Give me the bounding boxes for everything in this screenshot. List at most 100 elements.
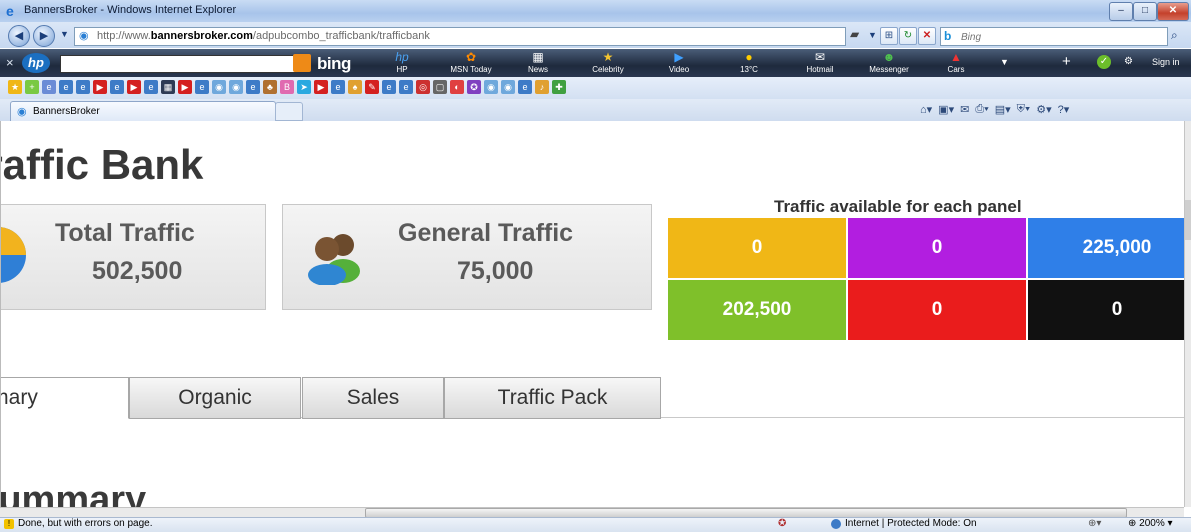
fav-link-icon[interactable]: ♪ (535, 80, 549, 94)
compatibility-icon[interactable]: ▰ (850, 27, 866, 43)
home-icon[interactable]: ⌂▾ (920, 103, 932, 116)
search-box[interactable]: b (940, 27, 1168, 46)
fav-twitter-icon[interactable]: ➤ (297, 80, 311, 94)
refresh-icon[interactable]: ↻ (899, 27, 917, 45)
tab-sales[interactable]: Sales (302, 377, 444, 419)
minimize-button[interactable]: – (1109, 2, 1133, 21)
hp-item-celebrity[interactable]: ★ Celebrity (577, 50, 639, 76)
fav-link-icon[interactable]: ◎ (416, 80, 430, 94)
page-icon: ◉ (17, 106, 27, 118)
maximize-button[interactable]: □ (1133, 2, 1157, 21)
fav-link-icon[interactable]: e (195, 80, 209, 94)
tab-summary[interactable]: Summary (1, 377, 129, 419)
tab-traffic-pack[interactable]: Traffic Pack (444, 377, 661, 419)
window-title: BannersBroker - Windows Internet Explore… (24, 4, 237, 16)
mail-icon[interactable]: ✉ (960, 103, 969, 116)
fav-link-icon[interactable]: e (110, 80, 124, 94)
tab-organic[interactable]: Organic (129, 377, 301, 419)
ie-logo-icon: e (6, 3, 14, 19)
feeds-icon[interactable]: ▣▾ (938, 103, 954, 116)
users-icon (308, 234, 360, 285)
tab-bannersbroker[interactable]: ◉ BannersBroker (10, 101, 276, 121)
hp-item-messenger[interactable]: ☻ Messenger (858, 50, 920, 76)
page-content: Traffic Bank Total Traffic 502,500 Gener… (0, 121, 1185, 507)
hp-item-msn-today[interactable]: ✿ MSN Today (440, 50, 502, 76)
fav-youtube-icon[interactable]: ▶ (127, 80, 141, 94)
hp-logo[interactable]: hp (22, 53, 50, 73)
status-text: Done, but with errors on page. (18, 518, 153, 529)
fav-link-icon[interactable]: B (280, 80, 294, 94)
fav-link-icon[interactable]: ◉ (501, 80, 515, 94)
history-dropdown-icon[interactable]: ▼ (60, 29, 69, 39)
search-icon[interactable]: ⌕ (1171, 28, 1178, 43)
panel-yellow: 0 (668, 218, 846, 278)
close-toolbar-icon[interactable]: × (6, 55, 14, 70)
fav-link-icon[interactable]: ◉ (484, 80, 498, 94)
fav-link-icon[interactable]: ▦ (161, 80, 175, 94)
hp-tools-icon[interactable]: ⚙ (1124, 56, 1133, 67)
safety-menu-icon[interactable]: ⛨▾ (1017, 103, 1031, 116)
fav-youtube-icon[interactable]: ▶ (314, 80, 328, 94)
hp-search-input[interactable] (60, 55, 297, 73)
vertical-scroll-thumb[interactable] (1185, 200, 1191, 240)
print-icon[interactable]: ⎙▾ (975, 103, 988, 116)
address-bar[interactable]: ◉ http://www.bannersbroker.com/adpubcomb… (74, 27, 846, 46)
add-favorite-icon[interactable]: + (25, 80, 39, 94)
fav-link-icon[interactable]: e (331, 80, 345, 94)
tab-title: BannersBroker (33, 106, 100, 117)
hp-add-icon[interactable]: + (1062, 53, 1071, 70)
panel-red: 0 (848, 280, 1026, 340)
forward-button[interactable]: ▶ (33, 25, 55, 47)
fav-link-icon[interactable]: e (382, 80, 396, 94)
fav-link-icon[interactable]: e (42, 80, 56, 94)
sign-in-link[interactable]: Sign in (1152, 57, 1180, 67)
hp-more-icon[interactable]: ▼ (1000, 57, 1009, 67)
address-dropdown-icon[interactable]: ▼ (868, 30, 877, 40)
hp-item-hotmail[interactable]: ✉ Hotmail (789, 50, 851, 76)
fav-link-icon[interactable]: e (59, 80, 73, 94)
fav-link-icon[interactable]: e (76, 80, 90, 94)
fav-youtube-icon[interactable]: ▶ (178, 80, 192, 94)
fav-link-icon[interactable]: ✎ (365, 80, 379, 94)
bing-logo: bing (317, 54, 351, 73)
fav-link-icon[interactable]: ◐ (450, 80, 464, 94)
hp-item-news[interactable]: ▦ News (507, 50, 569, 76)
popup-blocked-icon[interactable]: ✪ (778, 518, 786, 529)
hp-item-video[interactable]: ▶ Video (648, 50, 710, 76)
fav-link-icon[interactable]: ♠ (348, 80, 362, 94)
favorites-star-icon[interactable]: ★ (8, 80, 22, 94)
bing-icon: b (944, 29, 952, 43)
tools-menu-icon[interactable]: ⚙▾ (1036, 103, 1051, 116)
hp-item-hp[interactable]: hp HP (371, 50, 433, 76)
fav-link-icon[interactable]: e (246, 80, 260, 94)
zoom-settings-icon[interactable]: ⊕▾ (1088, 518, 1101, 529)
help-icon[interactable]: ?▾ (1058, 103, 1070, 116)
stop-icon[interactable]: ✕ (918, 27, 936, 45)
fav-link-icon[interactable]: ◉ (229, 80, 243, 94)
rss-icon[interactable]: ⊞ (880, 27, 898, 45)
command-bar: ⌂▾ ▣▾ ✉ ⎙▾ ▤▾ ⛨▾ ⚙▾ ?▾ (920, 103, 1069, 116)
new-tab-button[interactable] (275, 102, 303, 121)
fav-link-icon[interactable]: ◉ (212, 80, 226, 94)
zoom-level[interactable]: ⊕ 200% ▾ (1128, 518, 1173, 529)
fav-link-icon[interactable]: e (518, 80, 532, 94)
pie-chart-icon (1, 227, 26, 283)
fav-link-icon[interactable]: ✚ (552, 80, 566, 94)
fav-youtube-icon[interactable]: ▶ (93, 80, 107, 94)
hp-search-button[interactable] (293, 54, 311, 72)
vertical-scrollbar[interactable] (1184, 121, 1191, 507)
hp-item-weather[interactable]: ● 13°C (718, 50, 780, 76)
hp-check-icon[interactable]: ✓ (1097, 55, 1111, 69)
fav-link-icon[interactable]: ♣ (263, 80, 277, 94)
warning-icon[interactable]: ! (4, 519, 14, 529)
fav-link-icon[interactable]: e (399, 80, 413, 94)
hp-item-cars[interactable]: ▲ Cars (925, 50, 987, 76)
fav-link-icon[interactable]: ✪ (467, 80, 481, 94)
close-button[interactable]: ✕ (1157, 2, 1189, 21)
search-input[interactable] (959, 29, 1163, 45)
fav-link-icon[interactable]: ▢ (433, 80, 447, 94)
page-icon: ◉ (79, 30, 89, 42)
back-button[interactable]: ◀ (8, 25, 30, 47)
fav-link-icon[interactable]: e (144, 80, 158, 94)
page-menu-icon[interactable]: ▤▾ (995, 103, 1011, 116)
